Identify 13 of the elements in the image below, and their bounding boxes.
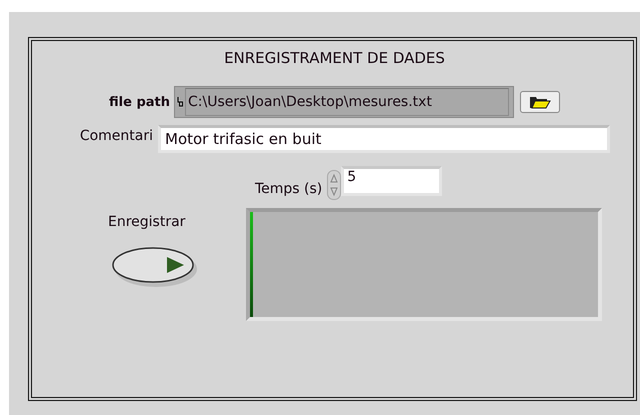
- browse-button[interactable]: [520, 91, 560, 113]
- folder-icon: [529, 95, 551, 109]
- comment-field[interactable]: Motor trifasic en buit: [158, 125, 610, 153]
- record-label: Enregistrar: [108, 214, 186, 230]
- panel-title: ENREGISTRAMENT DE DADES: [223, 49, 446, 67]
- comment-label: Comentari: [78, 128, 153, 144]
- path-icon: [177, 96, 183, 108]
- file-path-field[interactable]: C:\Users\Joan\Desktop\mesures.txt: [174, 86, 514, 118]
- spinner-icon[interactable]: [327, 170, 342, 200]
- time-field[interactable]: 5: [341, 166, 442, 196]
- record-button[interactable]: [112, 246, 198, 288]
- file-path-label: file path: [108, 94, 170, 110]
- time-label: Temps (s): [255, 181, 322, 197]
